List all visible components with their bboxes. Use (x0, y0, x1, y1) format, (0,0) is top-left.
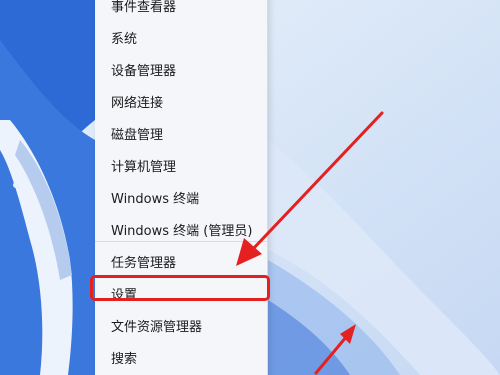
menu-item-windows-terminal[interactable]: Windows 终端 (95, 186, 267, 214)
menu-item-event-viewer[interactable]: 事件查看器 (95, 0, 267, 22)
settings-highlight-box (90, 275, 270, 301)
menu-item-file-explorer[interactable]: 文件资源管理器 (95, 314, 267, 342)
menu-item-computer-management[interactable]: 计算机管理 (95, 154, 267, 182)
menu-item-search[interactable]: 搜索 (95, 346, 267, 374)
menu-item-network-connections[interactable]: 网络连接 (95, 90, 267, 118)
menu-separator (95, 241, 267, 242)
menu-item-system[interactable]: 系统 (95, 26, 267, 54)
menu-item-task-manager[interactable]: 任务管理器 (95, 250, 267, 278)
context-menu: 事件查看器 系统 设备管理器 网络连接 磁盘管理 计算机管理 Windows 终… (95, 0, 268, 375)
desktop: 事件查看器 系统 设备管理器 网络连接 磁盘管理 计算机管理 Windows 终… (0, 0, 500, 375)
menu-item-device-manager[interactable]: 设备管理器 (95, 58, 267, 86)
menu-item-disk-management[interactable]: 磁盘管理 (95, 122, 267, 150)
